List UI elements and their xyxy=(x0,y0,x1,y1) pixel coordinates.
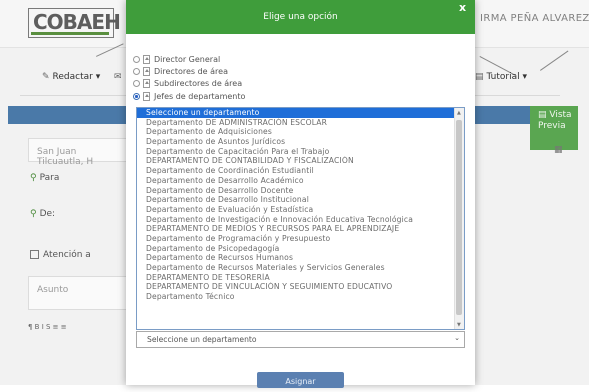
department-option-selected[interactable]: Seleccione un departamento xyxy=(137,108,464,118)
subject-field[interactable]: Asunto xyxy=(28,276,128,310)
radio-label: Director General xyxy=(154,55,221,64)
department-option[interactable]: Departamento de Recursos Materiales y Se… xyxy=(137,263,464,273)
location-value: San Juan Tilcuautla, H xyxy=(37,147,94,167)
radio-jefes-departamento[interactable]: Jefes de departamento xyxy=(133,92,245,104)
chevron-down-icon: ▾ xyxy=(519,72,527,82)
mail-icon: ✉ xyxy=(114,72,122,82)
calendar-icon[interactable]: ▦ xyxy=(554,145,563,155)
department-option[interactable]: Departamento de Desarrollo Docente xyxy=(137,186,464,196)
search-icon: ⚲ xyxy=(30,209,37,219)
radio-label: Directores de área xyxy=(154,67,228,76)
preview-button[interactable]: ▤ Vista Previa xyxy=(530,106,578,150)
choose-option-modal: Elige una opción x Director General Dire… xyxy=(126,0,475,388)
expand-icon[interactable] xyxy=(143,79,150,88)
search-icon: ⚲ xyxy=(30,173,37,183)
radio-button[interactable] xyxy=(133,56,140,63)
scroll-down-icon[interactable]: ▼ xyxy=(457,322,461,328)
chevron-down-icon: ⌄ xyxy=(454,334,460,342)
editor-toolbar[interactable]: ¶ B I S ≡ ≡ xyxy=(28,323,128,339)
expand-icon[interactable] xyxy=(143,92,150,101)
expand-icon[interactable] xyxy=(143,55,150,64)
department-option[interactable]: DEPARTAMENTO DE MEDIOS Y RECURSOS PARA E… xyxy=(137,224,464,234)
mail-menu-button[interactable]: ✉ xyxy=(114,72,125,82)
department-option[interactable]: Departamento de Coordinación Estudiantil xyxy=(137,166,464,176)
radio-button[interactable] xyxy=(133,80,140,87)
de-label: De: xyxy=(39,209,56,219)
scroll-thumb[interactable] xyxy=(456,120,462,315)
attention-checkbox[interactable] xyxy=(30,250,39,259)
para-label-row: ⚲ Para xyxy=(30,173,59,183)
radio-directores-area[interactable]: Directores de área xyxy=(133,67,228,79)
department-option[interactable]: Departamento de Evaluación y Estadística xyxy=(137,205,464,215)
tutorial-label: Tutorial xyxy=(486,72,520,82)
radio-button-checked[interactable] xyxy=(133,93,140,100)
preview-icon: ▤ xyxy=(538,110,550,120)
select-value: Seleccione un departamento xyxy=(147,335,257,344)
department-option[interactable]: Departamento de Psicopedagogía xyxy=(137,244,464,254)
attention-label: Atención a xyxy=(43,250,91,260)
logo-strip xyxy=(31,32,109,35)
radio-director-general[interactable]: Director General xyxy=(133,55,220,67)
user-name[interactable]: IRMA PEÑA ALVAREZ xyxy=(480,13,589,24)
location-field[interactable]: San Juan Tilcuautla, H xyxy=(28,138,128,167)
logo-text: COBAEH xyxy=(33,10,121,34)
department-option[interactable]: Departamento de Investigación e Innovaci… xyxy=(137,215,464,225)
para-label: Para xyxy=(39,173,60,183)
compose-label: Redactar xyxy=(52,72,93,82)
assign-button[interactable]: Asignar xyxy=(257,372,344,388)
department-option[interactable]: Departamento de Asuntos Jurídicos xyxy=(137,137,464,147)
modal-header: Elige una opción x xyxy=(126,0,475,34)
subject-placeholder: Asunto xyxy=(37,285,69,295)
radio-label: Jefes de departamento xyxy=(154,92,246,101)
expand-icon[interactable] xyxy=(143,67,150,76)
list-scrollbar[interactable]: ▲ ▼ xyxy=(454,108,464,329)
compose-icon: ✎ xyxy=(42,72,50,82)
department-option[interactable]: Departamento de Desarrollo Institucional xyxy=(137,195,464,205)
tutorial-button[interactable]: ▤ Tutorial ▾ xyxy=(475,72,527,82)
department-select[interactable]: Seleccione un departamento ⌄ xyxy=(136,331,465,348)
department-option[interactable]: DEPARTAMENTO DE VINCULACIÓN Y SEGUIMIENT… xyxy=(137,282,464,292)
decorative-line xyxy=(540,50,569,71)
department-option[interactable]: Departamento de Programación y Presupues… xyxy=(137,234,464,244)
close-button[interactable]: x xyxy=(459,1,466,14)
radio-label: Subdirectores de área xyxy=(154,79,243,88)
department-option[interactable]: Departamento de Capacitación Para el Tra… xyxy=(137,147,464,157)
scroll-up-icon[interactable]: ▲ xyxy=(457,110,461,116)
chevron-down-icon: ▾ xyxy=(92,72,101,82)
department-option[interactable]: Departamento de Desarrollo Académico xyxy=(137,176,464,186)
compose-button[interactable]: ✎ Redactar ▾ xyxy=(42,72,100,82)
radio-button[interactable] xyxy=(133,68,140,75)
department-option[interactable]: Departamento de Recursos Humanos xyxy=(137,253,464,263)
attention-checkbox-row[interactable]: Atención a xyxy=(30,250,91,260)
radio-subdirectores-area[interactable]: Subdirectores de área xyxy=(133,79,242,91)
modal-title: Elige una opción xyxy=(263,12,338,22)
editor-tools: ¶ B I S ≡ ≡ xyxy=(28,323,67,331)
department-option[interactable]: Departamento Técnico xyxy=(137,292,464,302)
department-option[interactable]: DEPARTAMENTO DE CONTABILIDAD Y FISCALIZA… xyxy=(137,156,464,166)
cobaeh-logo: COBAEH xyxy=(28,8,121,38)
department-option[interactable]: Departamento DE ADMINISTRACIÓN ESCOLAR xyxy=(137,118,464,128)
department-dropdown-list[interactable]: Seleccione un departamento Departamento D… xyxy=(136,107,465,330)
department-option[interactable]: DEPARTAMENTO DE TESORERÍA xyxy=(137,273,464,283)
tutorial-icon: ▤ xyxy=(475,72,484,82)
de-label-row: ⚲ De: xyxy=(30,209,55,219)
department-option[interactable]: Departamento de Adquisiciones xyxy=(137,127,464,137)
